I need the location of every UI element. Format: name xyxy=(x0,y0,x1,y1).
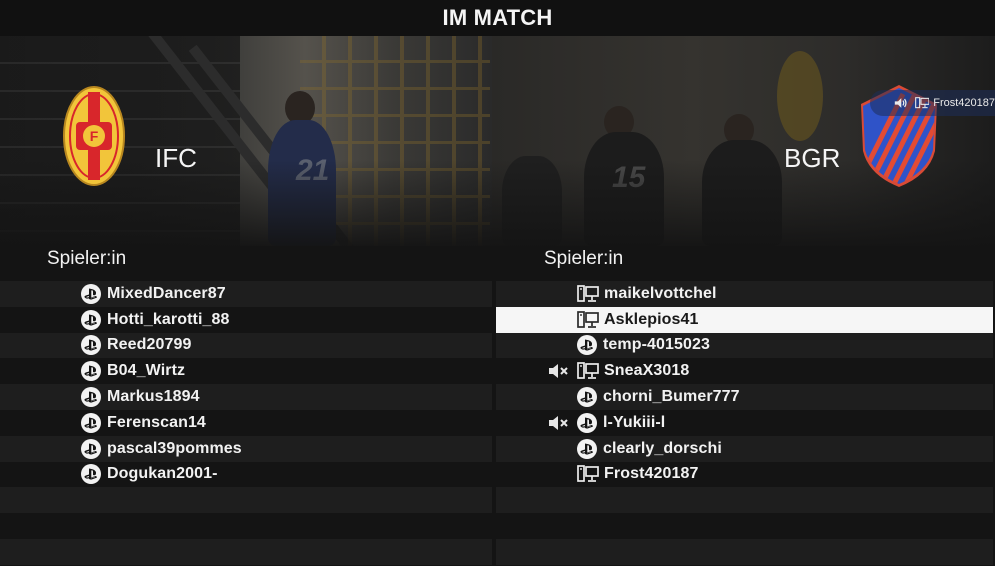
home-team-crest-icon: F xyxy=(63,86,125,186)
player-row[interactable]: Frost420187 xyxy=(496,461,993,488)
player-name: pascal39pommes xyxy=(107,439,242,457)
player-name: chorni_Bumer777 xyxy=(603,388,740,406)
voice-chat-indicator: Frost420187 xyxy=(870,90,995,116)
playstation-icon xyxy=(577,438,597,459)
playstation-icon xyxy=(81,412,101,433)
pc-icon xyxy=(577,362,599,380)
player-row[interactable]: l-Yukiii-l xyxy=(496,409,993,436)
player-row[interactable]: Dogukan2001- xyxy=(0,461,492,488)
playstation-icon xyxy=(577,412,597,433)
player-name: clearly_dorschi xyxy=(603,439,722,457)
playstation-icon xyxy=(577,335,597,356)
home-players-heading: Spieler:in xyxy=(47,248,127,269)
empty-player-slot xyxy=(0,487,492,514)
svg-text:F: F xyxy=(90,128,99,144)
playstation-icon xyxy=(81,309,101,330)
player-row[interactable]: maikelvottchel xyxy=(496,281,993,307)
speaker-icon xyxy=(894,98,907,108)
voice-chat-speaker: Frost420187 xyxy=(933,97,995,109)
playstation-icon xyxy=(81,335,101,356)
empty-player-slot xyxy=(496,513,993,539)
player-name: l-Yukiii-l xyxy=(603,413,666,431)
player-name: Asklepios41 xyxy=(604,310,699,328)
playstation-icon xyxy=(81,283,101,304)
empty-player-slot xyxy=(0,513,492,539)
playstation-icon xyxy=(81,438,101,459)
player-name: B04_Wirtz xyxy=(107,362,186,380)
player-name: Markus1894 xyxy=(107,388,200,406)
player-row[interactable]: Ferenscan14 xyxy=(0,409,492,436)
player-name: Hotti_karotti_88 xyxy=(107,310,230,328)
away-player-list: maikelvottchel Asklepios41 temp-4015023 Sn… xyxy=(496,281,993,565)
pc-icon xyxy=(577,285,599,302)
player-name: Reed20799 xyxy=(107,336,192,354)
playstation-icon xyxy=(81,464,101,485)
crest-shape-background xyxy=(777,51,823,141)
empty-player-slot xyxy=(496,487,993,514)
player-row[interactable]: SneaX3018 xyxy=(496,358,993,385)
page-title: IM MATCH xyxy=(442,5,553,30)
away-team-name: BGR xyxy=(784,143,841,173)
player-name: Frost420187 xyxy=(604,465,699,483)
banner-fade xyxy=(0,160,995,246)
muted-speaker-icon[interactable] xyxy=(548,362,570,380)
home-player-list: MixedDancer87 Hotti_karotti_88 Reed20799… xyxy=(0,281,492,565)
player-row[interactable]: pascal39pommes xyxy=(0,435,492,462)
pc-icon xyxy=(577,465,599,483)
player-row[interactable]: Hotti_karotti_88 xyxy=(0,306,492,333)
player-row[interactable]: Markus1894 xyxy=(0,384,492,410)
player-name: Dogukan2001- xyxy=(107,465,218,483)
player-name: temp-4015023 xyxy=(603,336,711,354)
empty-player-slot xyxy=(0,538,492,565)
player-name: MixedDancer87 xyxy=(107,284,226,302)
player-row[interactable]: B04_Wirtz xyxy=(0,358,492,385)
pc-icon xyxy=(914,97,930,109)
player-row[interactable]: MixedDancer87 xyxy=(0,281,492,307)
player-row[interactable]: clearly_dorschi xyxy=(496,435,993,462)
playstation-icon xyxy=(577,387,597,408)
player-name: Ferenscan14 xyxy=(107,413,206,431)
away-players-heading: Spieler:in xyxy=(544,248,624,269)
player-row[interactable]: Asklepios41 xyxy=(496,306,993,333)
player-name: SneaX3018 xyxy=(604,362,690,380)
player-row[interactable]: chorni_Bumer777 xyxy=(496,384,993,410)
empty-player-slot xyxy=(496,538,993,565)
home-team-name: IFC xyxy=(155,143,197,173)
player-name: maikelvottchel xyxy=(604,284,717,302)
muted-speaker-icon[interactable] xyxy=(548,414,570,432)
playstation-icon xyxy=(81,361,101,382)
playstation-icon xyxy=(81,387,101,408)
player-row[interactable]: Reed20799 xyxy=(0,332,492,359)
player-row[interactable]: temp-4015023 xyxy=(496,332,993,359)
pc-icon xyxy=(577,310,599,328)
